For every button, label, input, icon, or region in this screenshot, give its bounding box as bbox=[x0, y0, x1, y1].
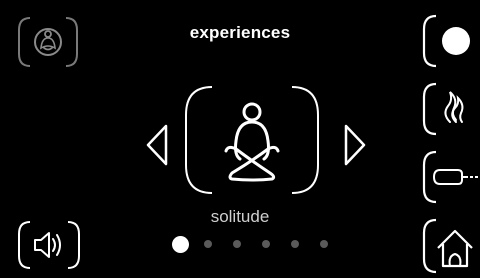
home-icon bbox=[422, 218, 473, 274]
page-dot-active[interactable] bbox=[172, 236, 189, 253]
page-dot[interactable] bbox=[233, 240, 241, 248]
experience-card[interactable] bbox=[182, 85, 322, 195]
speaker-icon bbox=[18, 221, 80, 269]
meditation-badge-icon bbox=[18, 17, 78, 67]
previous-button[interactable] bbox=[144, 124, 170, 166]
page-dot[interactable] bbox=[204, 240, 212, 248]
plug-button[interactable] bbox=[416, 150, 480, 204]
chevron-right-icon bbox=[344, 124, 366, 166]
page-dot[interactable] bbox=[320, 240, 328, 248]
home-button[interactable] bbox=[416, 218, 480, 274]
circle-light-icon bbox=[422, 14, 470, 68]
experience-label: solitude bbox=[210, 207, 270, 226]
chevron-left-icon bbox=[146, 124, 168, 166]
page-indicator bbox=[172, 236, 342, 253]
volume-button[interactable] bbox=[14, 220, 84, 270]
next-button[interactable] bbox=[342, 124, 368, 166]
page-dot[interactable] bbox=[262, 240, 270, 248]
flame-icon bbox=[422, 82, 464, 136]
light-button[interactable] bbox=[416, 14, 480, 68]
page-dot[interactable] bbox=[291, 240, 299, 248]
plug-icon bbox=[422, 150, 478, 204]
flame-button[interactable] bbox=[416, 82, 480, 136]
meditation-figure-icon bbox=[185, 86, 319, 194]
page-title: experiences bbox=[189, 23, 291, 42]
meditation-badge-button[interactable] bbox=[14, 16, 82, 68]
